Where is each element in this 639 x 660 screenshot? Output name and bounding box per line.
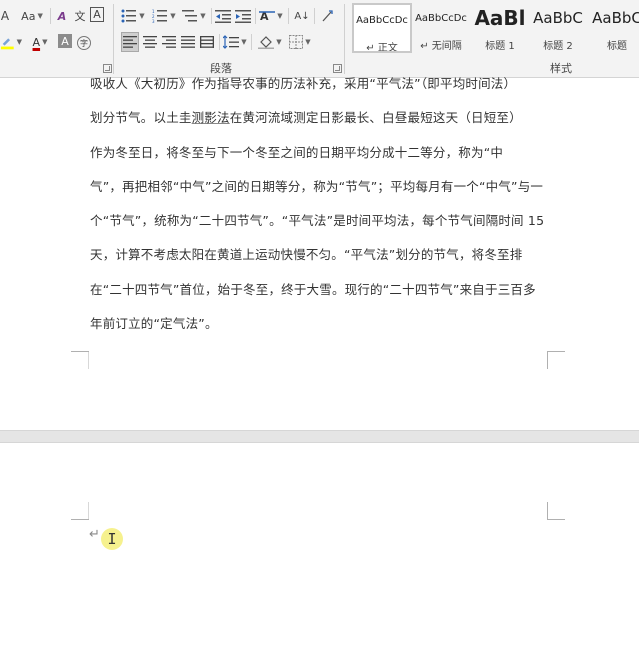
margin-corner-bottom-right	[547, 351, 565, 369]
body-text-line: 年前订立的“定气法”。	[90, 316, 218, 331]
style-sample: AaBbCcDc	[415, 13, 467, 24]
distributed-icon	[200, 36, 214, 48]
enclose-characters-button[interactable]: 字	[76, 33, 92, 53]
paragraph-dialog-launcher[interactable]	[333, 64, 342, 73]
numbering-icon: 1 2 3	[152, 9, 168, 23]
increase-indent-icon	[235, 10, 251, 23]
body-text-line: 吸收人《大初历》作为指导农事的历法补充，采用“平气法”（即平均时间法）	[90, 76, 517, 91]
multilevel-list-icon	[182, 10, 198, 22]
chinese-layout-icon: A	[259, 10, 276, 23]
change-case-button[interactable]: Aa ▼	[18, 6, 46, 26]
font-dialog-launcher[interactable]	[103, 64, 112, 73]
align-left-button[interactable]	[121, 32, 139, 52]
increase-indent-button[interactable]	[234, 6, 252, 26]
margin-corner-top-right	[547, 502, 565, 520]
body-text-line: 作为冬至日，将冬至与下一个冬至之间的日期平均分成十二等分，称为“中	[90, 145, 504, 160]
text-highlight-color-button[interactable]: ▼	[0, 32, 22, 52]
multilevel-list-button[interactable]: ▼	[180, 6, 208, 26]
style-tile-heading-2[interactable]: AaBbC 标题 2	[528, 3, 588, 53]
body-text-line: 天，计算不考虑太阳在黄道上运动快慢不匀。“平气法”划分的节气，将冬至排	[90, 247, 523, 262]
body-text-line: 个“节气”，统称为“二十四节气”。“平气法”是时间平均法，每个节气间隔时间 15	[90, 213, 545, 228]
style-name: ↵ 无间隔	[420, 41, 462, 52]
bullets-icon	[121, 9, 137, 23]
text-segment: 划分节气。以土圭	[90, 110, 192, 125]
sort-icon: A↓	[294, 10, 310, 22]
borders-icon	[289, 35, 304, 49]
style-name: ↵ 正文	[366, 43, 398, 53]
shading-button[interactable]: ▼	[256, 32, 284, 52]
text-segment-underlined: 测影法	[191, 110, 230, 125]
pilcrow-icon	[322, 10, 333, 22]
text-segment: 在黄河流域测定日影最长、白昼最短这天（日短至）	[229, 110, 522, 125]
style-name: 标题 2	[543, 41, 573, 52]
clear-formatting-button[interactable]: A	[54, 6, 70, 26]
show-hide-marks-button[interactable]	[318, 6, 336, 26]
body-text-line: 气”，再把相邻“中气”之间的日期等分，称为“节气”；平均每月有一个“中气”与一	[90, 179, 544, 194]
phonetic-guide-icon: 文	[74, 10, 86, 23]
character-border-icon: A	[93, 8, 101, 21]
page-break-gap	[0, 430, 639, 443]
align-right-button[interactable]	[160, 32, 178, 52]
style-tile-title[interactable]: AaBbC 标题	[587, 3, 639, 53]
style-sample: AaBbC	[533, 9, 583, 27]
decrease-indent-icon	[215, 10, 231, 23]
align-right-icon	[162, 36, 176, 48]
bullets-button[interactable]: ▼	[119, 6, 147, 26]
body-text-line: 在“二十四节气”首位，始于冬至，终于大雪。现行的“二十四节气”来自于三百多	[90, 282, 536, 297]
change-case-icon: Aa	[21, 9, 36, 23]
enclose-characters-icon: 字	[77, 36, 91, 50]
styles-group-label: 样式	[550, 62, 572, 75]
font-color-button[interactable]: A ▼	[28, 32, 52, 52]
style-sample: AaBbC	[592, 9, 639, 27]
style-name: 标题	[607, 41, 627, 52]
line-spacing-button[interactable]: ▼	[222, 32, 248, 52]
sort-button[interactable]: A↓	[293, 6, 311, 26]
svg-text:3: 3	[152, 19, 155, 23]
numbering-button[interactable]: 1 2 3 ▼	[150, 6, 178, 26]
line-spacing-icon	[223, 35, 240, 49]
styles-gallery: AaBbCcDc ↵ 正文 AaBbCcDc ↵ 无间隔 AaBl 标题 1 A…	[346, 3, 639, 57]
align-center-button[interactable]	[141, 32, 159, 52]
style-tile-no-spacing[interactable]: AaBbCcDc ↵ 无间隔	[411, 3, 471, 53]
character-border-button[interactable]: A	[90, 7, 104, 22]
font-color-icon: A	[32, 35, 41, 49]
style-sample: AaBbCcDc	[356, 15, 408, 26]
margin-corner-top-left	[71, 502, 89, 520]
margin-corner-bottom-left	[71, 351, 89, 369]
borders-button[interactable]: ▼	[286, 32, 314, 52]
ribbon: A Aa ▼ A 文 A ▼ A ▼ A 字 ▼ 1 2 3 ▼ ▼ A ▼ A…	[0, 0, 639, 78]
decrease-indent-button[interactable]	[214, 6, 232, 26]
highlighter-icon	[0, 38, 14, 50]
justify-button[interactable]	[179, 32, 197, 52]
justify-icon	[181, 36, 195, 48]
style-tile-normal[interactable]: AaBbCcDc ↵ 正文	[352, 3, 412, 53]
align-left-icon	[123, 36, 137, 48]
font-size-decrease-button[interactable]: A	[0, 6, 12, 26]
body-text-line: 划分节气。以土圭测影法在黄河流域测定日影最长、白昼最短这天（日短至）	[90, 107, 522, 126]
paragraph-mark: ↵	[89, 527, 100, 542]
ibeam-cursor-icon: I	[107, 530, 117, 548]
phonetic-guide-button[interactable]: 文	[72, 6, 88, 26]
character-shading-button[interactable]: A	[58, 34, 72, 48]
distributed-button[interactable]	[198, 32, 216, 52]
style-tile-heading-1[interactable]: AaBl 标题 1	[470, 3, 530, 53]
chinese-layout-button[interactable]: A ▼	[258, 6, 284, 26]
style-sample: AaBl	[474, 6, 526, 30]
document-page[interactable]	[0, 443, 639, 660]
align-center-icon	[143, 36, 157, 48]
style-name: 标题 1	[485, 41, 515, 52]
clear-formatting-icon: A	[57, 9, 67, 23]
paint-bucket-icon	[258, 36, 275, 49]
character-shading-icon: A	[61, 34, 69, 48]
